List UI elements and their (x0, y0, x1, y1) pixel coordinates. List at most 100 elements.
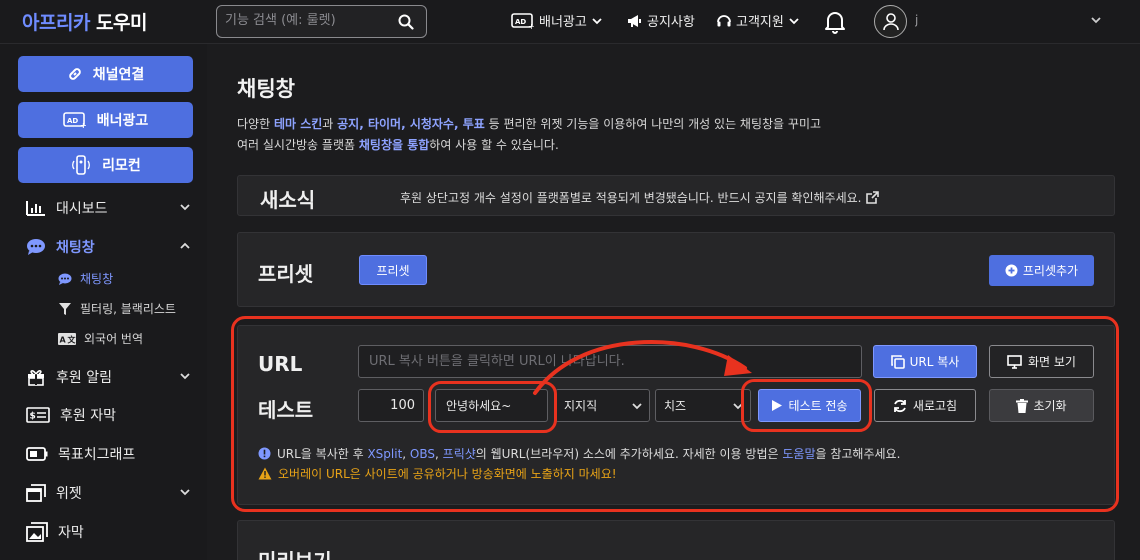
nav-support-label: 고객지원 (736, 15, 784, 30)
nav-notice[interactable]: 공지사항 (627, 11, 695, 30)
add-preset-button[interactable]: 프리셋추가 (989, 255, 1094, 286)
search-box (216, 5, 427, 38)
preview-card: 미리보기 (237, 520, 1115, 560)
sidebar-item-chat[interactable]: 채팅창 (26, 237, 191, 257)
chevron-down-icon (180, 373, 190, 380)
desc-text: 다양한 (237, 117, 274, 131)
external-link-icon (866, 191, 880, 204)
gift-icon (28, 370, 44, 386)
obs-link[interactable]: OBS (410, 447, 435, 461)
preset-button[interactable]: 프리셋 (359, 255, 427, 285)
type-select[interactable]: 치즈 (655, 389, 751, 422)
amount-input[interactable] (358, 389, 424, 422)
username[interactable]: j (915, 13, 1090, 27)
sidebar-subitem-chat[interactable]: 채팅창 (58, 270, 113, 287)
test-send-button[interactable]: 테스트 전송 (758, 389, 861, 422)
info-message: URL을 복사한 후 XSplit, OBS, 프릭샷의 웹URL(브라우저) … (258, 445, 900, 462)
sidebar-item-donation-alert[interactable]: 후원 알림 (26, 367, 191, 387)
channel-connect-button[interactable]: 채널연결 (18, 56, 193, 92)
svg-text:A: A (60, 335, 67, 344)
nav-banner-ad[interactable]: AD + 배너광고 (511, 11, 603, 30)
battery-icon (26, 447, 48, 461)
bell-icon[interactable] (823, 9, 847, 35)
chart-icon (26, 201, 45, 216)
chevron-up-icon (180, 242, 190, 249)
info-icon (258, 447, 271, 460)
copy-icon (890, 354, 905, 369)
sidebar-item-widget[interactable]: 위젯 (26, 483, 191, 503)
chevron-down-icon (632, 403, 642, 410)
logo-text: 도우미 (96, 12, 147, 34)
banner-ad-button[interactable]: AD + 배너광고 (18, 102, 193, 138)
view-screen-button[interactable]: 화면 보기 (989, 345, 1094, 378)
logo-text-accent: 아프리카 (22, 12, 90, 34)
refresh-button[interactable]: 새로고침 (874, 389, 976, 422)
prixshot-link[interactable]: 프릭샷 (443, 447, 476, 461)
message-input[interactable] (435, 389, 548, 422)
help-link[interactable]: 도움말 (782, 447, 815, 461)
sidebar-subitem-filter[interactable]: 필터링, 블랙리스트 (58, 300, 176, 317)
xsplit-link[interactable]: XSplit (367, 447, 402, 461)
avatar[interactable] (874, 5, 907, 38)
svg-text:文: 文 (68, 334, 77, 344)
warning-message: 오버레이 URL은 사이트에 공유하거나 방송화면에 노출하지 마세요! (258, 465, 617, 482)
info-text-part: , (402, 447, 410, 461)
page-title: 채팅창 (237, 77, 295, 101)
sidebar-item-label: 후원 자막 (60, 408, 116, 424)
test-label: 테스트 (258, 398, 314, 422)
sidebar-item-label: 자막 (58, 525, 84, 541)
plus-circle-icon (1005, 264, 1018, 277)
reset-label: 초기화 (1033, 399, 1067, 413)
nav-support[interactable]: 고객지원 (716, 11, 800, 30)
search-icon[interactable] (398, 14, 414, 30)
link-icon (68, 68, 81, 80)
sidebar-item-dashboard[interactable]: 대시보드 (26, 198, 191, 218)
page-description: 다양한 테마 스킨과 공지, 타이머, 시청자수, 투표 등 편리한 위젯 기능… (237, 114, 937, 156)
info-text-part: 을 참고해주세요. (815, 447, 901, 461)
top-bar: 아프리카 도우미 AD+ 배너광고 공지사항 고객지원 j (0, 0, 1140, 44)
refresh-label: 새로고침 (912, 399, 958, 413)
test-send-label: 테스트 전송 (788, 399, 848, 413)
svg-text:$: $ (30, 412, 36, 422)
sidebar-item-goal-graph[interactable]: 목표치그래프 (26, 444, 191, 464)
view-screen-label: 화면 보기 (1028, 355, 1076, 369)
url-copy-button[interactable]: URL 복사 (873, 345, 977, 378)
reset-button[interactable]: 초기화 (989, 389, 1094, 422)
sidebar-item-label: 대시보드 (56, 201, 108, 217)
chevron-down-icon[interactable] (1090, 14, 1102, 26)
sidebar-item-subtitle[interactable]: 자막 (26, 522, 191, 542)
translate-icon: A文 (58, 332, 77, 345)
desc-text: 과 (322, 117, 338, 131)
info-text-part: , (435, 447, 443, 461)
nav-banner-ad-label: 배너광고 (539, 15, 587, 30)
app-logo[interactable]: 아프리카 도우미 (22, 8, 147, 35)
warning-text: 오버레이 URL은 사이트에 공유하거나 방송화면에 노출하지 마세요! (278, 467, 617, 481)
preview-title: 미리보기 (258, 545, 332, 560)
info-text-part: 의 웹URL(브라우저) 소스에 추가하세요. 자세한 이용 방법은 (475, 447, 783, 461)
remote-button[interactable]: 리모컨 (18, 147, 193, 183)
sidebar-item-label: 채팅창 (56, 240, 95, 256)
platform-select[interactable]: 지지직 (555, 389, 650, 422)
svg-text:+: + (80, 121, 87, 129)
main-content: 채팅창 다양한 테마 스킨과 공지, 타이머, 시청자수, 투표 등 편리한 위… (207, 44, 1140, 560)
desc-text: 등 편리한 위젯 기능을 이용하여 나만의 개성 있는 채팅창을 꾸미고 (484, 117, 822, 131)
sidebar-item-donation-subtitle[interactable]: $ 후원 자막 (26, 405, 191, 425)
chat-icon (58, 273, 72, 285)
user-icon (883, 13, 899, 31)
url-card: URL URL 복사 화면 보기 테스트 지지직 치즈 테스트 전송 새로고침 (237, 325, 1115, 505)
news-card: 새소식 후원 상단고정 개수 설정이 플랫폼별로 적용되게 변경됐습니다. 반드… (237, 175, 1115, 216)
trash-icon (1016, 398, 1029, 413)
svg-text:+: + (528, 22, 535, 30)
news-text[interactable]: 후원 상단고정 개수 설정이 플랫폼별로 적용되게 변경됐습니다. 반드시 공지… (400, 189, 880, 206)
channel-connect-label: 채널연결 (92, 67, 145, 83)
remote-icon (72, 155, 91, 175)
sidebar-subitem-label: 채팅창 (80, 272, 114, 286)
sidebar: 채널연결 AD + 배너광고 리모컨 대시보드 채팅창 채팅창 필터링, 블랙리스… (0, 44, 207, 560)
url-field[interactable] (358, 345, 862, 378)
sidebar-subitem-translate[interactable]: A文 외국어 번역 (58, 330, 143, 347)
search-input[interactable] (225, 13, 395, 28)
ad-icon: AD + (62, 112, 87, 129)
chevron-down-icon (592, 17, 602, 24)
chevron-down-icon (180, 204, 190, 211)
chevron-down-icon (733, 403, 743, 410)
